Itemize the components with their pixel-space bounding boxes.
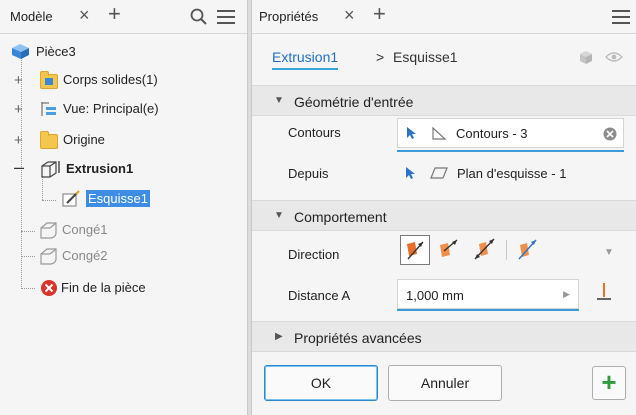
direction-separator bbox=[506, 240, 507, 260]
end-of-part-error-icon bbox=[41, 280, 57, 296]
contours-value: Contours - 3 bbox=[456, 126, 528, 141]
tree-item-view[interactable]: + Vue: Principal(e) bbox=[14, 98, 244, 120]
expand-arrow-icon: ▶ bbox=[275, 331, 283, 342]
extrude-icon bbox=[41, 161, 60, 178]
profile-triangle-icon bbox=[432, 126, 447, 140]
tab-proprietes[interactable]: Propriétés bbox=[259, 9, 318, 24]
tree-item-label: Vue: Principal(e) bbox=[63, 101, 159, 116]
distance-input[interactable]: 1,000 mm ▶ bbox=[397, 279, 579, 309]
part-cube-icon bbox=[12, 44, 29, 59]
view-icon bbox=[41, 102, 56, 116]
expand-icon[interactable]: + bbox=[14, 73, 23, 88]
cancel-button[interactable]: Annuler bbox=[388, 365, 502, 401]
tree-connector bbox=[21, 231, 35, 232]
section-advanced-properties[interactable]: ▶ Propriétés avancées bbox=[252, 321, 636, 352]
fillet-icon bbox=[40, 222, 57, 239]
section-behavior[interactable]: ▼ Comportement bbox=[252, 200, 636, 231]
sketch-icon bbox=[62, 190, 80, 207]
tree-item-fillet-1[interactable]: Congé1 bbox=[38, 219, 238, 241]
section-title: Géométrie d'entrée bbox=[294, 94, 414, 110]
direction-flipped-button[interactable] bbox=[435, 235, 465, 265]
direction-default-button[interactable] bbox=[400, 235, 430, 265]
tree-item-label: Esquisse1 bbox=[86, 190, 150, 207]
contours-selector[interactable]: Contours - 3 bbox=[397, 118, 624, 148]
select-arrow-icon bbox=[407, 127, 416, 139]
tree-connector bbox=[21, 256, 35, 257]
contours-active-underline bbox=[397, 150, 624, 152]
tree-item-end-of-part[interactable]: Fin de la pièce bbox=[40, 277, 240, 299]
close-tab-icon[interactable]: × bbox=[344, 5, 355, 25]
from-value: Plan d'esquisse - 1 bbox=[457, 166, 567, 181]
add-apply-button[interactable]: + bbox=[592, 366, 626, 400]
breadcrumb-separator: > bbox=[376, 49, 385, 65]
folder-icon bbox=[40, 71, 58, 89]
plane-icon bbox=[430, 167, 448, 179]
direction-flipped-icon bbox=[440, 239, 458, 257]
tree-item-sketch[interactable]: Esquisse1 bbox=[62, 188, 242, 210]
direction-dropdown-icon[interactable]: ▼ bbox=[604, 247, 614, 258]
tree-root-item[interactable]: Pièce3 bbox=[12, 41, 242, 63]
tree-root-label: Pièce3 bbox=[36, 44, 76, 59]
tree-item-solid-bodies[interactable]: + Corps solides(1) bbox=[14, 69, 244, 91]
direction-default-icon bbox=[407, 241, 424, 260]
menu-icon[interactable] bbox=[217, 10, 235, 24]
tree-connector bbox=[42, 200, 56, 201]
model-browser-tabbar: Modèle × + bbox=[0, 0, 247, 34]
tree-item-extrusion[interactable]: – Extrusion1 bbox=[14, 158, 244, 180]
visibility-eye-icon[interactable] bbox=[605, 51, 623, 63]
add-tab-icon[interactable]: + bbox=[373, 3, 386, 25]
menu-icon[interactable] bbox=[612, 10, 630, 24]
collapse-arrow-icon: ▼ bbox=[274, 210, 284, 221]
measure-distance-icon[interactable] bbox=[595, 281, 613, 303]
direction-symmetric-button[interactable] bbox=[471, 235, 501, 265]
distance-menu-arrow-icon[interactable]: ▶ bbox=[563, 289, 570, 300]
folder-icon bbox=[40, 131, 58, 149]
breadcrumb-link-extrusion[interactable]: Extrusion1 bbox=[272, 49, 339, 70]
tree-item-fillet-2[interactable]: Congé2 bbox=[38, 245, 238, 267]
from-label: Depuis bbox=[288, 166, 329, 181]
tree-connector bbox=[21, 288, 35, 289]
preview-cube-icon[interactable] bbox=[578, 49, 594, 65]
select-arrow-icon bbox=[406, 167, 415, 179]
tree-item-label: Corps solides(1) bbox=[63, 72, 158, 87]
close-tab-icon[interactable]: × bbox=[79, 5, 90, 25]
tree-item-label: Extrusion1 bbox=[66, 161, 134, 176]
section-title: Comportement bbox=[294, 209, 387, 225]
distance-value: 1,000 mm bbox=[406, 288, 464, 303]
section-input-geometry[interactable]: ▼ Géométrie d'entrée bbox=[252, 85, 636, 116]
contours-label: Contours bbox=[288, 125, 341, 140]
add-tab-icon[interactable]: + bbox=[108, 3, 121, 25]
ok-button[interactable]: OK bbox=[264, 365, 378, 401]
fillet-icon bbox=[40, 248, 57, 265]
breadcrumb-current: Esquisse1 bbox=[393, 49, 458, 65]
expand-icon[interactable]: + bbox=[14, 133, 23, 148]
distance-active-underline bbox=[397, 309, 579, 311]
direction-asymmetric-icon bbox=[518, 239, 537, 260]
search-icon[interactable] bbox=[190, 8, 208, 26]
collapse-icon[interactable]: – bbox=[14, 158, 24, 176]
tree-item-label: Origine bbox=[63, 132, 105, 147]
collapse-arrow-icon: ▼ bbox=[274, 95, 284, 106]
tree-item-origin[interactable]: + Origine bbox=[14, 129, 244, 151]
direction-symmetric-icon bbox=[474, 238, 495, 260]
section-title: Propriétés avancées bbox=[294, 330, 422, 346]
tree-item-label: Congé1 bbox=[62, 222, 108, 237]
direction-label: Direction bbox=[288, 247, 340, 262]
clear-selection-icon[interactable] bbox=[603, 127, 617, 141]
properties-panel: Propriétés × + Extrusion1 > Esquisse1 ▼ … bbox=[252, 0, 636, 415]
tree-item-label: Congé2 bbox=[62, 248, 108, 263]
distance-label: Distance A bbox=[288, 288, 351, 303]
tree-item-label: Fin de la pièce bbox=[61, 280, 146, 295]
model-browser-panel: Modèle × + Pièce3 + Corps solides(1) + V… bbox=[0, 0, 247, 415]
from-selector[interactable]: Plan d'esquisse - 1 bbox=[397, 158, 624, 188]
expand-icon[interactable]: + bbox=[14, 102, 23, 117]
direction-asymmetric-button[interactable] bbox=[514, 235, 544, 265]
tab-modele[interactable]: Modèle bbox=[10, 9, 53, 24]
properties-tabbar: Propriétés × + bbox=[252, 0, 636, 34]
